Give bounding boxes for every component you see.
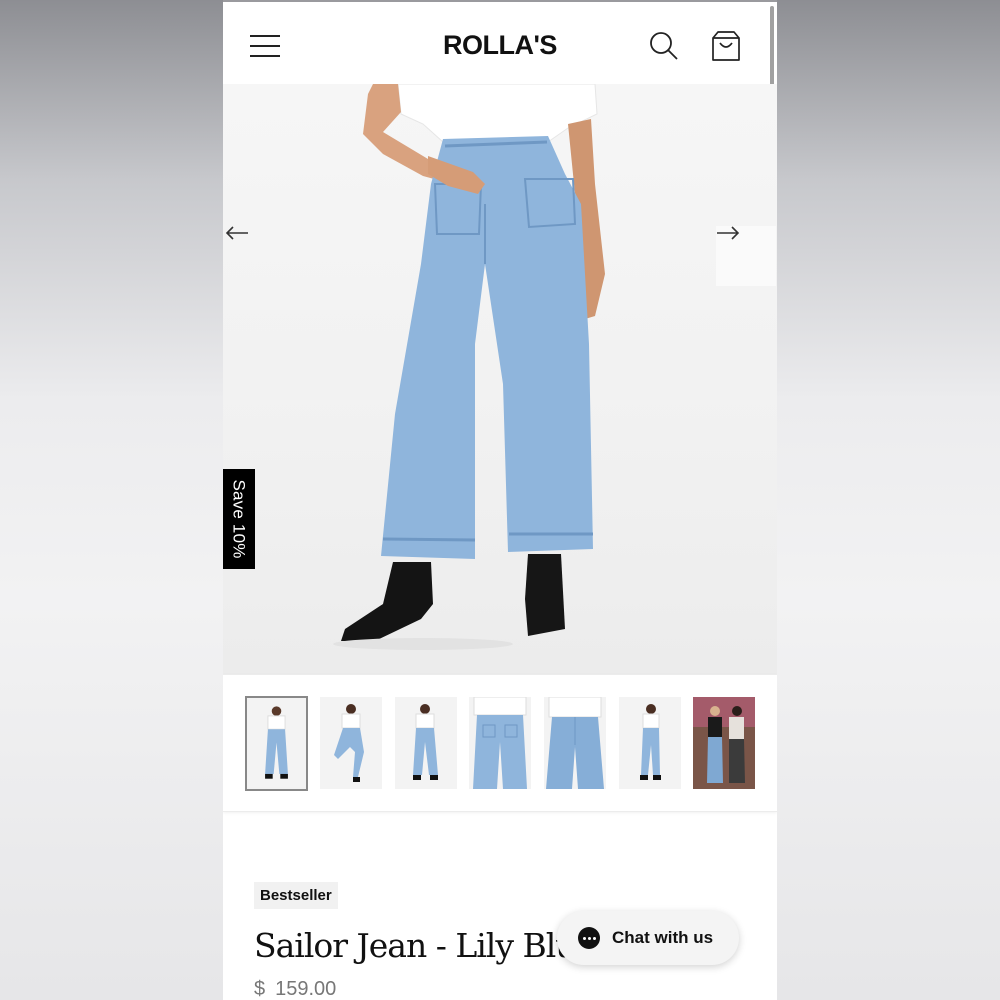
chat-with-us-button[interactable]: Chat with us: [557, 911, 739, 965]
cart-icon[interactable]: [710, 29, 742, 63]
product-photo: [333, 84, 605, 650]
save-promo-label: Save 10%: [230, 479, 250, 559]
chat-label: Chat with us: [612, 928, 714, 947]
price-amount: 159.00: [275, 978, 337, 1000]
search-icon[interactable]: [649, 31, 679, 61]
thumbnail-6[interactable]: [619, 697, 681, 789]
arrow-right-icon: [717, 226, 740, 240]
chat-bubble-icon: [578, 927, 600, 949]
product-price: $159.00: [254, 978, 336, 1000]
thumbnail-1[interactable]: [245, 696, 308, 791]
thumbnail-3[interactable]: [395, 697, 457, 789]
mobile-page: ROLLA'S Save 10% Bestseller Sailor Jean …: [223, 0, 777, 1000]
carousel-next-button[interactable]: [716, 226, 776, 286]
product-image-carousel[interactable]: Save 10%: [223, 84, 777, 674]
brand-logo[interactable]: ROLLA'S: [223, 30, 777, 61]
arrow-left-icon: [225, 226, 248, 240]
carousel-prev-button[interactable]: [225, 226, 285, 286]
site-header: ROLLA'S: [223, 0, 777, 94]
bestseller-badge: Bestseller: [254, 882, 338, 909]
thumbnail-7[interactable]: [693, 697, 755, 789]
save-promo-tab[interactable]: Save 10%: [223, 469, 255, 569]
product-title: Sailor Jean - Lily Blue: [254, 926, 595, 965]
thumbnail-2[interactable]: [320, 697, 382, 789]
thumbnail-5[interactable]: [544, 697, 606, 789]
scrollbar[interactable]: [770, 6, 774, 94]
thumbnail-strip: [223, 674, 777, 812]
thumbnail-4[interactable]: [469, 697, 531, 789]
price-currency: $: [254, 978, 266, 1000]
